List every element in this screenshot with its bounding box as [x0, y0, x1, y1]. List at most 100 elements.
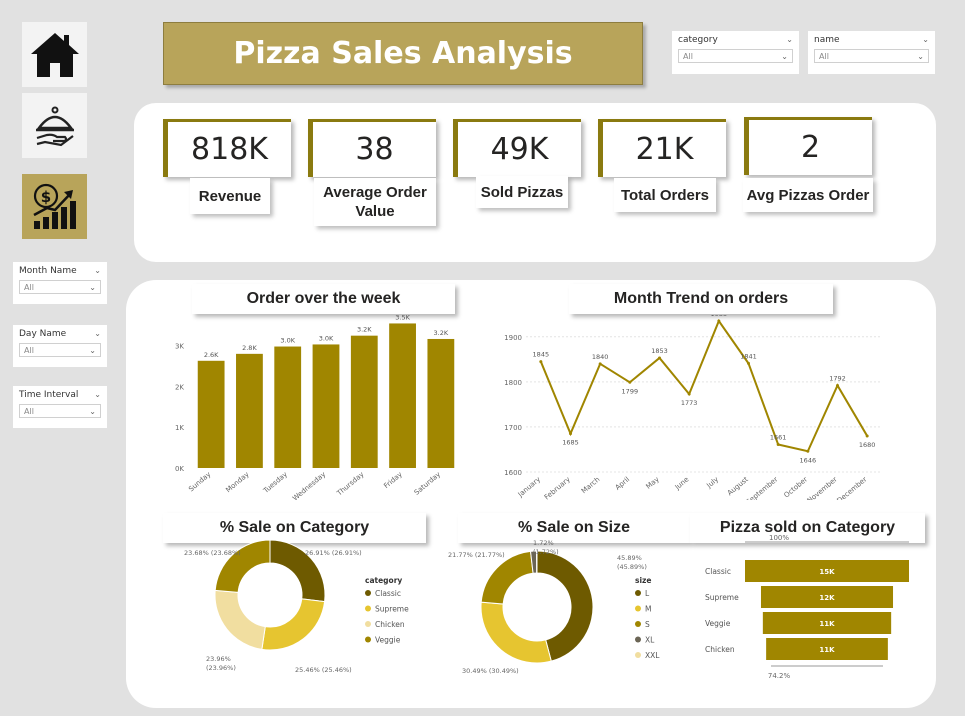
time-interval-slicer[interactable]: Time Interval ⌄ All ⌄: [13, 386, 107, 428]
day-name-dropdown-value: All: [24, 345, 34, 355]
chevron-down-icon: ⌄: [922, 35, 929, 44]
data-point: [806, 449, 810, 453]
legend-entry: Classic: [375, 589, 401, 598]
data-label: 1646: [800, 456, 817, 464]
bar: [389, 323, 416, 468]
data-label: 1680: [859, 441, 876, 449]
month-name-slicer-label: Month Name: [19, 266, 77, 276]
legend-marker: [635, 621, 641, 627]
data-point: [658, 356, 661, 360]
legend-marker: [635, 652, 641, 658]
bar: [427, 338, 455, 468]
x-tick-label: September: [745, 475, 780, 500]
legend-entry: Chicken: [375, 620, 405, 629]
data-label: 1.72%: [533, 539, 554, 547]
category-dropdown[interactable]: All ⌄: [678, 49, 793, 63]
day-name-slicer[interactable]: Day Name ⌄ All ⌄: [13, 325, 107, 367]
chevron-down-icon: ⌄: [94, 266, 101, 275]
avg-order-value-card: 38: [308, 119, 436, 177]
data-label: 2.6K: [204, 351, 219, 359]
chevron-down-icon: ⌄: [781, 51, 788, 61]
day-name-slicer-label: Day Name: [19, 329, 67, 339]
category-slicer-label: category: [678, 35, 718, 45]
category-label: Veggie: [705, 619, 731, 628]
chevron-down-icon: ⌄: [917, 51, 924, 61]
total-orders-value: 21K: [635, 132, 694, 167]
total-orders-label: Total Orders: [614, 178, 716, 212]
category-funnel-chart: 100% 15K Classic 12K Supreme 11K Veggie 11K Chic…: [705, 534, 909, 680]
y-tick-label: 1600: [504, 469, 522, 477]
revenue-label: Revenue: [190, 178, 270, 214]
series-line: [539, 318, 869, 453]
y-tick-label: 1700: [504, 424, 522, 432]
data-point: [539, 360, 543, 364]
name-dropdown[interactable]: All ⌄: [814, 49, 929, 63]
data-label: 30.49% (30.49%): [462, 667, 519, 675]
data-point: [747, 361, 750, 365]
data-label: 21.77% (21.77%): [448, 551, 505, 559]
y-tick-label: 1K: [175, 424, 184, 432]
chevron-down-icon: ⌄: [94, 390, 101, 399]
month-name-slicer[interactable]: Month Name ⌄ All ⌄: [13, 262, 107, 304]
time-interval-dropdown[interactable]: All ⌄: [19, 404, 101, 418]
x-tick-label: March: [580, 475, 601, 495]
data-point: [628, 380, 632, 384]
bar: [274, 346, 302, 468]
bar: [197, 360, 225, 468]
x-tick-label: November: [806, 475, 839, 500]
x-tick-label: May: [645, 475, 661, 490]
data-point: [598, 362, 602, 366]
category-label: Classic: [705, 567, 731, 576]
x-tick-label: Friday: [382, 470, 403, 490]
nav-products[interactable]: [22, 93, 87, 158]
day-name-dropdown[interactable]: All ⌄: [19, 343, 101, 357]
month-name-dropdown[interactable]: All ⌄: [19, 280, 101, 294]
legend-marker: [635, 605, 641, 612]
data-label: 3.0K: [319, 334, 334, 342]
category-label: Supreme: [705, 593, 739, 602]
x-tick-label: December: [835, 475, 868, 500]
avg-order-value-value: 38: [355, 132, 394, 167]
data-label: 1773: [681, 399, 698, 407]
data-label: 12K: [819, 594, 835, 602]
month-chart-title: Month Trend on orders: [569, 284, 833, 314]
avg-pizzas-order-value: 2: [800, 130, 821, 165]
legend-entry: XXL: [645, 651, 660, 660]
x-tick-label: January: [516, 475, 542, 499]
data-label: 1685: [562, 439, 579, 447]
data-label: 1845: [533, 351, 550, 359]
x-tick-label: Sunday: [187, 470, 212, 493]
svg-text:$: $: [40, 188, 50, 206]
revenue-value: 818K: [191, 132, 268, 167]
data-point: [569, 432, 572, 436]
chevron-down-icon: ⌄: [94, 329, 101, 338]
y-tick-label: 0K: [175, 465, 184, 473]
category-slicer[interactable]: category ⌄ All ⌄: [672, 31, 799, 74]
nav-sales[interactable]: $: [22, 174, 87, 239]
data-label: 1799: [622, 387, 639, 395]
data-point: [687, 392, 691, 396]
sold-pizzas-label: Sold Pizzas: [476, 176, 568, 208]
data-label: 11K: [819, 620, 835, 628]
name-slicer[interactable]: name ⌄ All ⌄: [808, 31, 935, 74]
x-tick-label: August: [726, 475, 750, 497]
data-label: 2.8K: [242, 344, 257, 352]
y-tick-label: 1800: [504, 379, 522, 387]
serving-tray-icon: [35, 106, 74, 146]
slice: [480, 550, 534, 605]
x-tick-label: October: [783, 475, 810, 499]
total-orders-card: 21K: [598, 119, 726, 177]
category-dropdown-value: All: [683, 51, 693, 61]
x-tick-label: Tuesday: [261, 470, 289, 495]
data-point: [776, 443, 780, 447]
chevron-down-icon: ⌄: [89, 345, 96, 355]
legend-entry: XL: [645, 636, 655, 645]
data-label: 25.46% (25.46%): [295, 666, 352, 674]
nav-home[interactable]: [22, 22, 87, 87]
avg-pizzas-order-label: Avg Pizzas Order: [743, 178, 873, 212]
name-slicer-label: name: [814, 35, 840, 45]
data-label: (1.72%): [533, 548, 559, 556]
week-chart-title: Order over the week: [192, 284, 455, 314]
category-donut-chart: 26.91% (26.91%) 25.46% (25.46%) 23.96%(23.…: [184, 539, 409, 674]
x-tick-label: Saturday: [413, 470, 442, 496]
